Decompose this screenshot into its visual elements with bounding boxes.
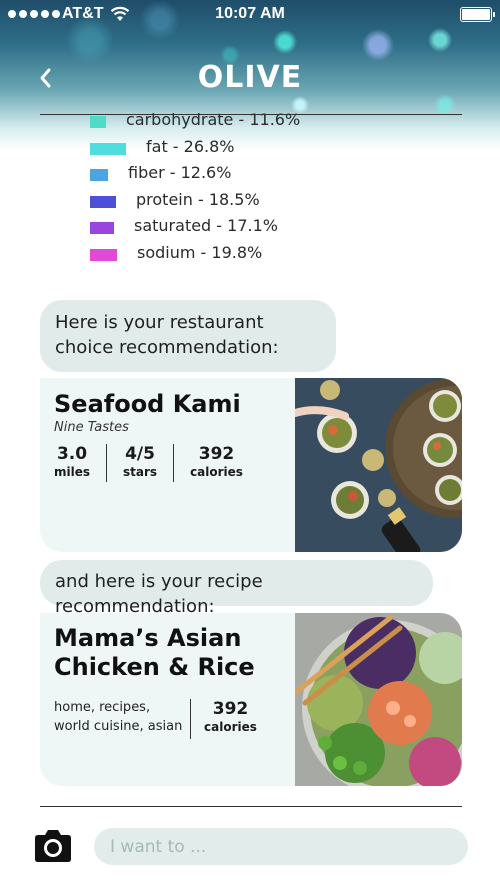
restaurant-food-photo	[295, 378, 462, 552]
calories-stat: 392 calories	[173, 444, 259, 482]
chat-bubble-recipe-intro: and here is your recipe recommendation:	[40, 560, 433, 617]
legend-swatch	[90, 195, 116, 208]
legend-swatch	[90, 142, 126, 155]
page-title: OLIVE	[197, 60, 303, 95]
legend-label: protein - 18.5%	[136, 189, 260, 209]
restaurant-stats: 3.0 miles 4/5 stars 392 calories	[54, 444, 259, 482]
legend-label: saturated - 17.1%	[134, 216, 278, 235]
recipe-food-photo	[295, 613, 462, 786]
input-divider	[40, 806, 462, 807]
message-input[interactable]	[94, 828, 468, 865]
legend-swatch	[90, 116, 106, 128]
legend-label: fat - 26.8%	[146, 136, 235, 156]
recipe-name-line-1: Mama’s Asian	[54, 624, 242, 652]
legend-swatch	[90, 248, 117, 261]
status-time: 10:07 AM	[215, 5, 285, 22]
restaurant-name: Seafood Kami	[54, 390, 241, 418]
chat-bubble-restaurant-intro: Here is your restaurant choice recommend…	[40, 300, 336, 372]
recipe-name-line-2: Chicken & Rice	[54, 653, 255, 681]
legend-label: sodium - 19.8%	[137, 242, 263, 262]
battery-icon	[460, 7, 495, 22]
recipe-tags: home, recipes, world cuisine, asian	[54, 700, 183, 734]
rating-stat: 4/5 stars	[106, 444, 173, 482]
camera-icon[interactable]	[32, 828, 74, 864]
restaurant-subtitle: Nine Tastes	[54, 420, 129, 435]
recipe-calories-stat: 392 calories	[190, 699, 258, 739]
restaurant-card[interactable]: Seafood Kami Nine Tastes 3.0 miles 4/5 s…	[40, 378, 462, 552]
status-bar: AT&T 10:07 AM	[0, 0, 500, 30]
legend-label: carbohydrate - 11.6%	[126, 110, 301, 129]
legend-swatch	[90, 169, 108, 181]
distance-stat: 3.0 miles	[54, 444, 91, 479]
header-divider	[40, 114, 462, 115]
legend-swatch	[90, 222, 114, 234]
recipe-card[interactable]: Mama’s Asian Chicken & Rice home, recipe…	[40, 613, 462, 786]
legend-label: fiber - 12.6%	[128, 163, 232, 182]
